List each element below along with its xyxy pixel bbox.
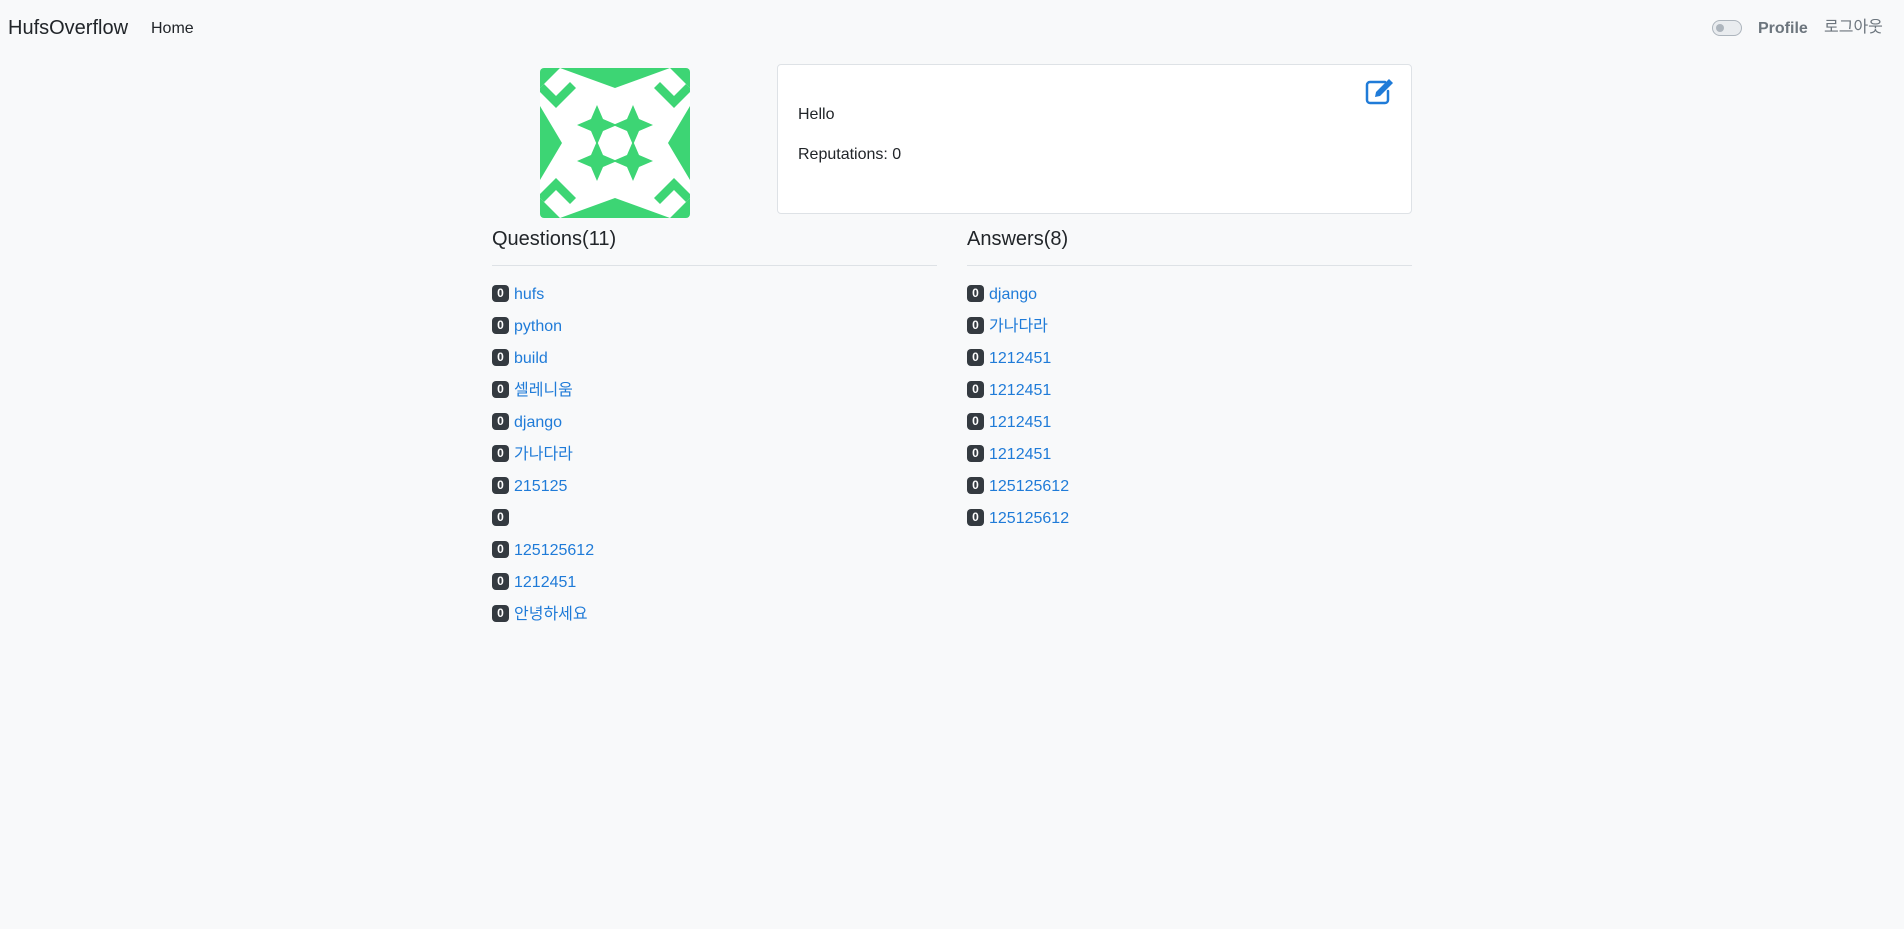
answer-link[interactable]: 125125612 (989, 510, 1069, 527)
nav-home-link[interactable]: Home (151, 19, 194, 38)
question-item: 0 hufs (492, 285, 594, 318)
question-item: 0 셀레니움 (492, 381, 594, 414)
question-item: 0 1212451 (492, 573, 594, 606)
profile-bio: Hello (798, 106, 835, 123)
question-item: 0 build (492, 349, 594, 382)
questions-section: Questions(11) 0 hufs 0 python 0 build 0 셀레니움… (492, 226, 937, 623)
question-link[interactable]: python (514, 318, 562, 335)
answer-link[interactable]: django (989, 286, 1037, 303)
nav-profile-link[interactable]: Profile (1758, 19, 1808, 38)
answer-item: 0 django (967, 285, 1069, 318)
score-badge: 0 (492, 317, 509, 335)
score-badge: 0 (492, 573, 509, 591)
question-link[interactable]: 가나다라 (514, 446, 573, 463)
edit-icon (1365, 79, 1393, 105)
identicon-image (540, 68, 690, 218)
answer-link[interactable]: 가나다라 (989, 318, 1048, 335)
score-badge: 0 (492, 381, 509, 399)
avatar (540, 68, 690, 218)
answers-section: Answers(8) 0 django 0 가나다라 0 1212451 0 12124… (967, 226, 1412, 527)
question-item: 0 python (492, 317, 594, 350)
score-badge: 0 (492, 509, 509, 527)
score-badge: 0 (967, 349, 984, 367)
answers-heading: Answers(8) (967, 226, 1412, 266)
answer-link[interactable]: 1212451 (989, 350, 1051, 367)
score-badge: 0 (492, 285, 509, 303)
edit-profile-button[interactable] (1365, 77, 1395, 105)
profile-reputation: Reputations: 0 (798, 146, 902, 163)
score-badge: 0 (492, 605, 509, 623)
score-badge: 0 (492, 477, 509, 495)
answer-link[interactable]: 1212451 (989, 446, 1051, 463)
profile-card: Hello Reputations: 0 (777, 64, 1412, 214)
score-badge: 0 (492, 541, 509, 559)
answer-item: 0 1212451 (967, 381, 1069, 414)
score-badge: 0 (967, 317, 984, 335)
question-link[interactable]: 안녕하세요 (514, 606, 588, 623)
answer-item: 0 125125612 (967, 477, 1069, 510)
nav-logout-link[interactable]: 로그아웃 (1824, 18, 1883, 37)
navbar: HufsOverflow Home Profile 로그아웃 (0, 0, 1904, 56)
question-item: 0 django (492, 413, 594, 446)
question-item: 0 (492, 509, 594, 542)
questions-list: 0 hufs 0 python 0 build 0 셀레니움 0 django 0 가나다라… (492, 285, 594, 638)
question-item: 0 가나다라 (492, 445, 594, 478)
answer-link[interactable]: 125125612 (989, 478, 1069, 495)
score-badge: 0 (967, 509, 984, 527)
answer-item: 0 1212451 (967, 413, 1069, 446)
score-badge: 0 (967, 445, 984, 463)
score-badge: 0 (967, 381, 984, 399)
question-item: 0 215125 (492, 477, 594, 510)
question-link[interactable]: 215125 (514, 478, 567, 495)
question-link[interactable]: build (514, 350, 548, 367)
answer-item: 0 1212451 (967, 445, 1069, 478)
answer-link[interactable]: 1212451 (989, 414, 1051, 431)
toggle-knob (1716, 24, 1724, 32)
score-badge: 0 (492, 349, 509, 367)
questions-heading: Questions(11) (492, 226, 937, 266)
question-link[interactable]: 셀레니움 (514, 382, 573, 399)
question-link[interactable]: hufs (514, 286, 544, 303)
answer-item: 0 125125612 (967, 509, 1069, 542)
score-badge: 0 (967, 413, 984, 431)
answers-list: 0 django 0 가나다라 0 1212451 0 1212451 0 1212451… (967, 285, 1069, 542)
question-link[interactable]: 125125612 (514, 542, 594, 559)
score-badge: 0 (967, 477, 984, 495)
answer-item: 0 1212451 (967, 349, 1069, 382)
score-badge: 0 (492, 413, 509, 431)
question-link[interactable]: 1212451 (514, 574, 576, 591)
theme-toggle[interactable] (1712, 20, 1742, 36)
score-badge: 0 (492, 445, 509, 463)
question-item: 0 안녕하세요 (492, 605, 594, 638)
question-link[interactable]: django (514, 414, 562, 431)
question-item: 0 125125612 (492, 541, 594, 574)
answer-link[interactable]: 1212451 (989, 382, 1051, 399)
answer-item: 0 가나다라 (967, 317, 1069, 350)
brand-link[interactable]: HufsOverflow (8, 16, 128, 40)
score-badge: 0 (967, 285, 984, 303)
